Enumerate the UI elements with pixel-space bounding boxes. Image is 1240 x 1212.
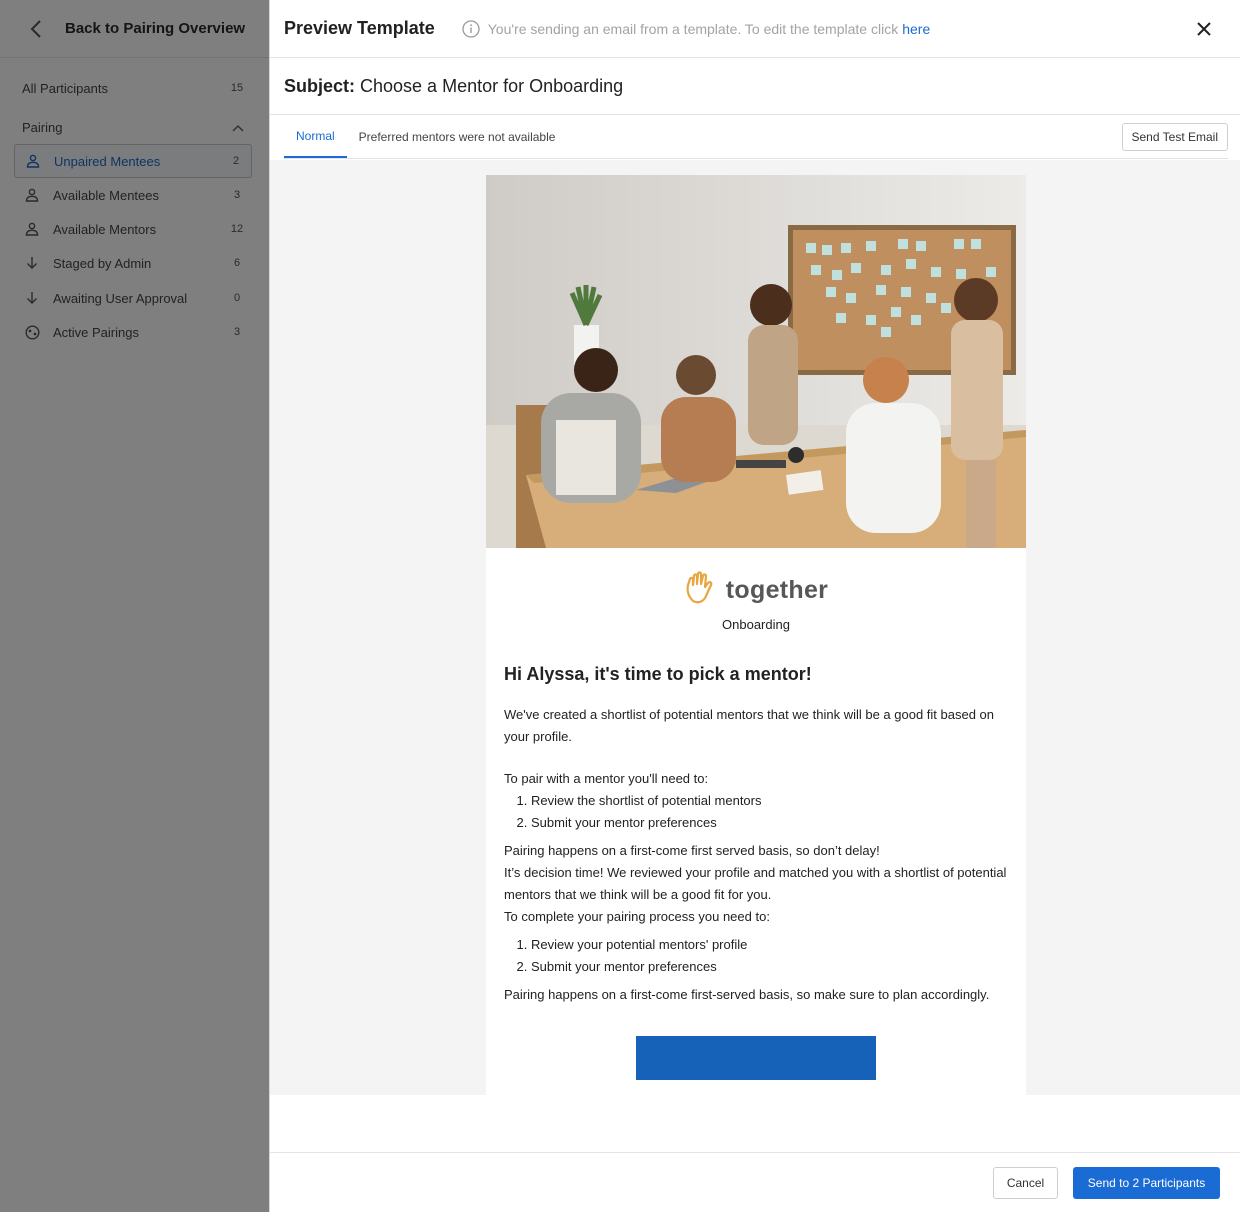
email-cta-button[interactable]	[636, 1036, 876, 1080]
email-steps-list: Review the shortlist of potential mentor…	[531, 790, 1008, 834]
email-preview: together Onboarding Hi Alyssa, it's time…	[486, 175, 1026, 1095]
tab-preferred-unavailable[interactable]: Preferred mentors were not available	[347, 115, 568, 158]
list-item: Review your potential mentors' profile	[531, 934, 1008, 956]
send-to-participants-button[interactable]: Send to 2 Participants	[1073, 1167, 1220, 1199]
list-item: Submit your mentor preferences	[531, 812, 1008, 834]
email-note: Pairing happens on a first-come first se…	[504, 843, 880, 858]
brand-block: together Onboarding	[486, 570, 1026, 632]
brand-subtitle: Onboarding	[722, 617, 790, 632]
email-steps-intro: To pair with a mentor you'll need to:	[504, 771, 709, 786]
template-tabs: Normal Preferred mentors were not availa…	[284, 115, 1228, 159]
cancel-button[interactable]: Cancel	[993, 1167, 1058, 1199]
list-item: Review the shortlist of potential mentor…	[531, 790, 1008, 812]
tab-normal[interactable]: Normal	[284, 115, 347, 158]
send-test-email-button[interactable]: Send Test Email	[1121, 123, 1228, 151]
brand-name: together	[725, 576, 829, 604]
email-preview-area[interactable]: together Onboarding Hi Alyssa, it's time…	[270, 160, 1240, 1095]
email-steps2-intro: To complete your pairing process you nee…	[504, 909, 770, 924]
email-note-2: Pairing happens on a first-come first-se…	[504, 987, 990, 1002]
email-steps2-list: Review your potential mentors' profile S…	[531, 934, 1008, 978]
dialog-footer: Cancel Send to 2 Participants	[270, 1152, 1240, 1212]
hero-image	[486, 175, 1026, 548]
template-info-text: You're sending an email from a template.…	[487, 20, 899, 37]
hand-wave-logo-icon	[684, 570, 718, 611]
preview-template-dialog: Preview Template You're sending an email…	[269, 0, 1240, 1212]
close-icon[interactable]	[1192, 17, 1216, 41]
subject-label: Subject:	[284, 75, 356, 96]
subject-bar: Subject: Choose a Mentor for Onboarding	[270, 58, 1240, 115]
dialog-header: Preview Template You're sending an email…	[270, 0, 1240, 58]
email-body: Hi Alyssa, it's time to pick a mentor! W…	[486, 662, 1026, 1080]
email-intro: We've created a shortlist of potential m…	[504, 707, 995, 744]
list-item: Submit your mentor preferences	[531, 956, 1008, 978]
email-greeting: Hi Alyssa, it's time to pick a mentor!	[504, 664, 812, 684]
email-paragraph: It’s decision time! We reviewed your pro…	[504, 865, 1007, 902]
info-icon	[462, 19, 480, 38]
edit-template-link[interactable]: here	[902, 21, 930, 37]
template-info-message: You're sending an email from a template.…	[488, 21, 931, 37]
dialog-title: Preview Template	[284, 18, 435, 38]
modal-backdrop[interactable]	[0, 0, 270, 1212]
subject-value: Choose a Mentor for Onboarding	[360, 75, 624, 96]
